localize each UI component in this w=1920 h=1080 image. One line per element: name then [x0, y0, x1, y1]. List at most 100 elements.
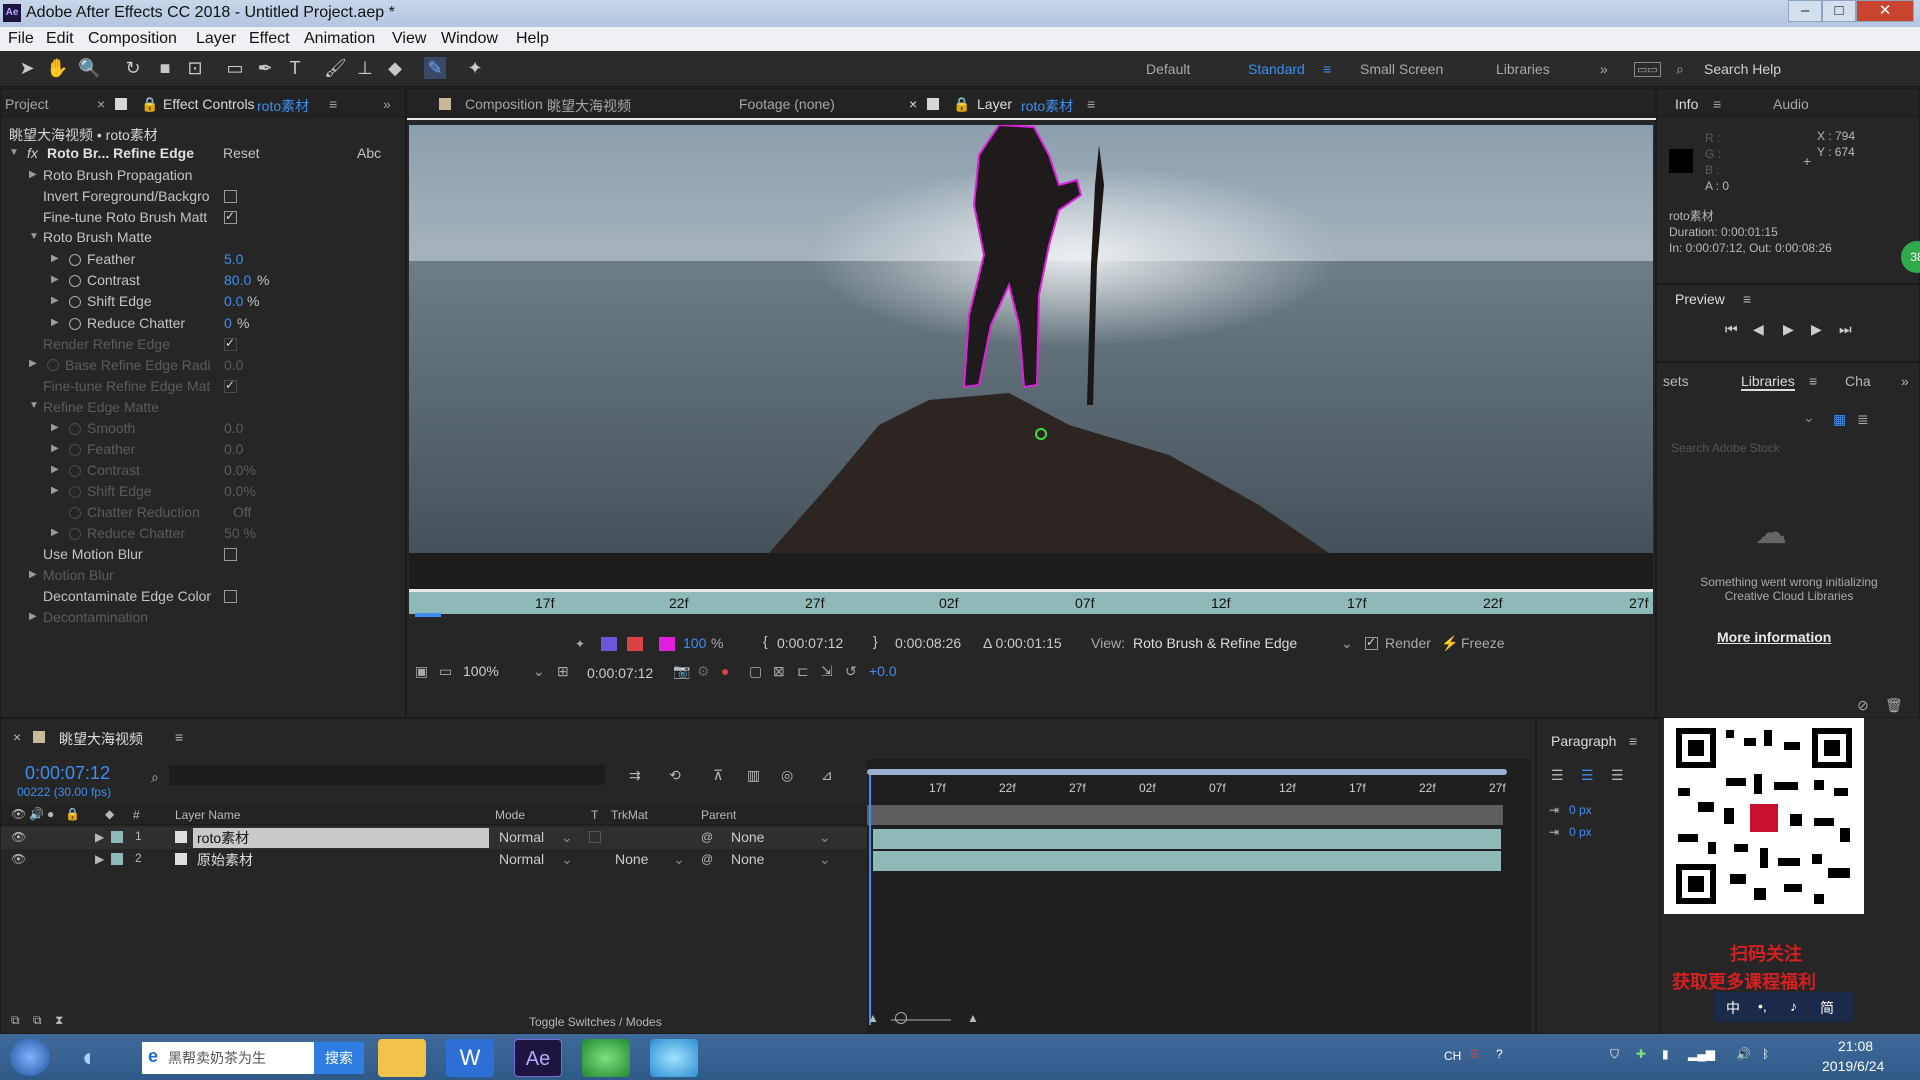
align-right-icon[interactable]: ☰: [1611, 767, 1624, 784]
space-before-value[interactable]: 0 px: [1569, 825, 1592, 839]
in-point-time[interactable]: 0:00:07:12: [777, 635, 843, 651]
stopwatch-icon[interactable]: [69, 507, 81, 519]
fit-region-icon[interactable]: ⊞: [557, 663, 569, 680]
start-button[interactable]: [10, 1038, 50, 1076]
taskbar-search-text[interactable]: 黑帮卖奶茶为生: [168, 1048, 266, 1068]
stopwatch-icon[interactable]: [69, 318, 81, 330]
play-icon[interactable]: ▶: [1783, 321, 1794, 338]
stopwatch-icon[interactable]: [69, 275, 81, 287]
collapse-icon[interactable]: ▼: [29, 231, 39, 242]
ime-soft-keyboard-button[interactable]: ♪: [1790, 998, 1797, 1014]
workspace-small-screen[interactable]: Small Screen: [1360, 61, 1443, 77]
expand-icon[interactable]: ▶: [51, 253, 59, 264]
expand-switches-icon[interactable]: ⧉: [11, 1013, 20, 1028]
tab-effect-layer-name[interactable]: roto素材: [257, 96, 309, 116]
shield-tray-icon[interactable]: ⛉: [1610, 1047, 1619, 1062]
close-project-tab-icon[interactable]: ×: [97, 96, 105, 112]
last-frame-icon[interactable]: ⏭: [1839, 321, 1852, 338]
decontaminate-edge-color-checkbox[interactable]: [224, 590, 237, 603]
current-time-indicator[interactable]: [415, 613, 441, 617]
frame-blending-icon[interactable]: ▥: [747, 767, 760, 784]
in-point-icon[interactable]: {: [763, 633, 768, 649]
zoom-slider-thumb[interactable]: [895, 1012, 907, 1024]
eraser-tool-icon[interactable]: ◆: [384, 57, 406, 79]
pen-tool-icon[interactable]: ✒: [254, 57, 276, 79]
chevron-down-icon[interactable]: ⌄: [673, 851, 685, 868]
audio-switch-icon[interactable]: 🔊: [29, 807, 44, 821]
shy-layers-icon[interactable]: ⊼: [713, 767, 723, 784]
expand-icon[interactable]: ▶: [51, 464, 59, 475]
column-parent[interactable]: Parent: [701, 808, 736, 822]
tab-sets[interactable]: sets: [1663, 373, 1689, 389]
menu-effect[interactable]: Effect: [249, 30, 290, 48]
parent-dropdown[interactable]: None: [731, 851, 764, 867]
browser-360-icon[interactable]: [582, 1039, 630, 1077]
camera-tool-icon[interactable]: ■: [154, 57, 176, 79]
app-icon[interactable]: [650, 1039, 698, 1077]
column-mode[interactable]: Mode: [495, 808, 525, 822]
stopwatch-icon[interactable]: [69, 444, 81, 456]
channel-icon[interactable]: ●: [721, 663, 729, 679]
stopwatch-icon[interactable]: [69, 296, 81, 308]
preview-menu-icon[interactable]: ≡: [1743, 291, 1751, 307]
tab-project[interactable]: Project: [5, 96, 49, 112]
align-center-icon[interactable]: ☰: [1581, 767, 1594, 784]
trkmat-dropdown[interactable]: None: [615, 851, 648, 867]
visibility-icon[interactable]: 👁: [11, 830, 26, 844]
freeze-icon[interactable]: ⚡: [1441, 635, 1458, 652]
tab-composition[interactable]: Composition: [465, 96, 543, 112]
type-tool-icon[interactable]: T: [284, 57, 306, 79]
solo-switch-icon[interactable]: ●: [47, 807, 54, 821]
tab-audio[interactable]: Audio: [1773, 96, 1809, 112]
menu-help[interactable]: Help: [516, 30, 549, 48]
expand-icon[interactable]: ▶: [51, 274, 59, 285]
feather-value[interactable]: 5.0: [224, 251, 243, 267]
playhead[interactable]: [869, 775, 871, 1025]
stopwatch-icon[interactable]: [47, 359, 59, 371]
volume-tray-icon[interactable]: 🔊: [1736, 1047, 1751, 1061]
outline-color-swatch[interactable]: [659, 637, 675, 651]
zoom-in-icon[interactable]: ▲: [967, 1011, 979, 1025]
overlay-opacity-value[interactable]: 100: [683, 635, 706, 651]
roto-brush-mode-icon[interactable]: ✦: [575, 637, 585, 651]
tab-info[interactable]: Info: [1675, 96, 1698, 112]
graph-editor-icon[interactable]: ⊿: [821, 767, 833, 784]
paragraph-menu-icon[interactable]: ≡: [1629, 733, 1637, 749]
invert-foreground-checkbox[interactable]: [224, 190, 237, 203]
search-adobe-stock-input[interactable]: Search Adobe Stock: [1671, 441, 1780, 455]
reduce-chatter-value[interactable]: 0: [224, 315, 232, 331]
chevron-down-icon[interactable]: ⌄: [561, 829, 573, 846]
expand-icon[interactable]: ▶: [29, 358, 37, 369]
reset-exposure-icon[interactable]: ↺: [845, 663, 857, 680]
expand-panels-icon[interactable]: »: [383, 96, 391, 112]
help-tray-icon[interactable]: ?: [1496, 1047, 1503, 1061]
freeze-button[interactable]: Freeze: [1461, 635, 1505, 651]
visibility-icon[interactable]: 👁: [11, 852, 26, 866]
viewer-current-time[interactable]: 0:00:07:12: [587, 665, 653, 681]
maximize-button[interactable]: □: [1822, 0, 1856, 22]
expand-icon[interactable]: ▶: [51, 317, 59, 328]
trash-icon[interactable]: 🗑: [1885, 697, 1903, 714]
menu-animation[interactable]: Animation: [304, 30, 375, 48]
search-help-input[interactable]: Search Help: [1704, 61, 1781, 77]
menu-view[interactable]: View: [392, 30, 426, 48]
region-of-interest-icon[interactable]: ▢: [749, 663, 762, 680]
libraries-menu-icon[interactable]: ≡: [1809, 373, 1817, 389]
next-frame-icon[interactable]: ▶: [1811, 321, 1822, 338]
expand-icon[interactable]: ▶: [95, 830, 104, 844]
background-swatch-icon[interactable]: [627, 637, 643, 651]
column-layer-name[interactable]: Layer Name: [175, 808, 240, 822]
layer-video-frame[interactable]: [409, 125, 1653, 553]
reset-link[interactable]: Reset: [223, 145, 260, 161]
ime-punct-button[interactable]: •,: [1758, 998, 1767, 1014]
chevron-down-icon[interactable]: ⌄: [819, 851, 831, 868]
puppet-pin-tool-icon[interactable]: ✦: [464, 57, 486, 79]
taskbar-search-button[interactable]: 搜索: [314, 1042, 364, 1074]
pick-whip-icon[interactable]: @: [701, 852, 713, 866]
render-refine-edge-checkbox[interactable]: [224, 336, 237, 351]
toggle-switches-modes-button[interactable]: Toggle Switches / Modes: [529, 1015, 662, 1029]
close-timeline-icon[interactable]: ×: [13, 729, 21, 745]
workspace-toggle-icon[interactable]: ▭▭: [1634, 62, 1661, 77]
fx-icon[interactable]: fx: [27, 145, 38, 161]
workspace-menu-icon[interactable]: ≡: [1323, 61, 1331, 77]
